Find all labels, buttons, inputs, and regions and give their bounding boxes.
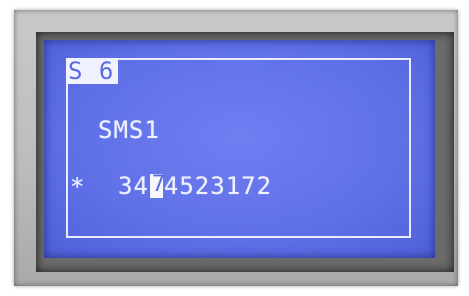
phone-number-field[interactable]: 34 7 4523172 [118,174,272,198]
text-cursor: 7 [149,172,166,198]
message-label: SMS1 [98,116,160,144]
screen-header: S 6 [68,57,115,85]
number-before-cursor: 34 [118,172,149,200]
cursor-char: 7 [151,172,166,197]
photo-frame: S 6 SMS1 * 34 7 4523172 [0,0,469,296]
number-after-cursor: 4523172 [163,172,273,200]
lcd-border-frame [66,58,411,238]
entry-marker: * [70,173,86,201]
